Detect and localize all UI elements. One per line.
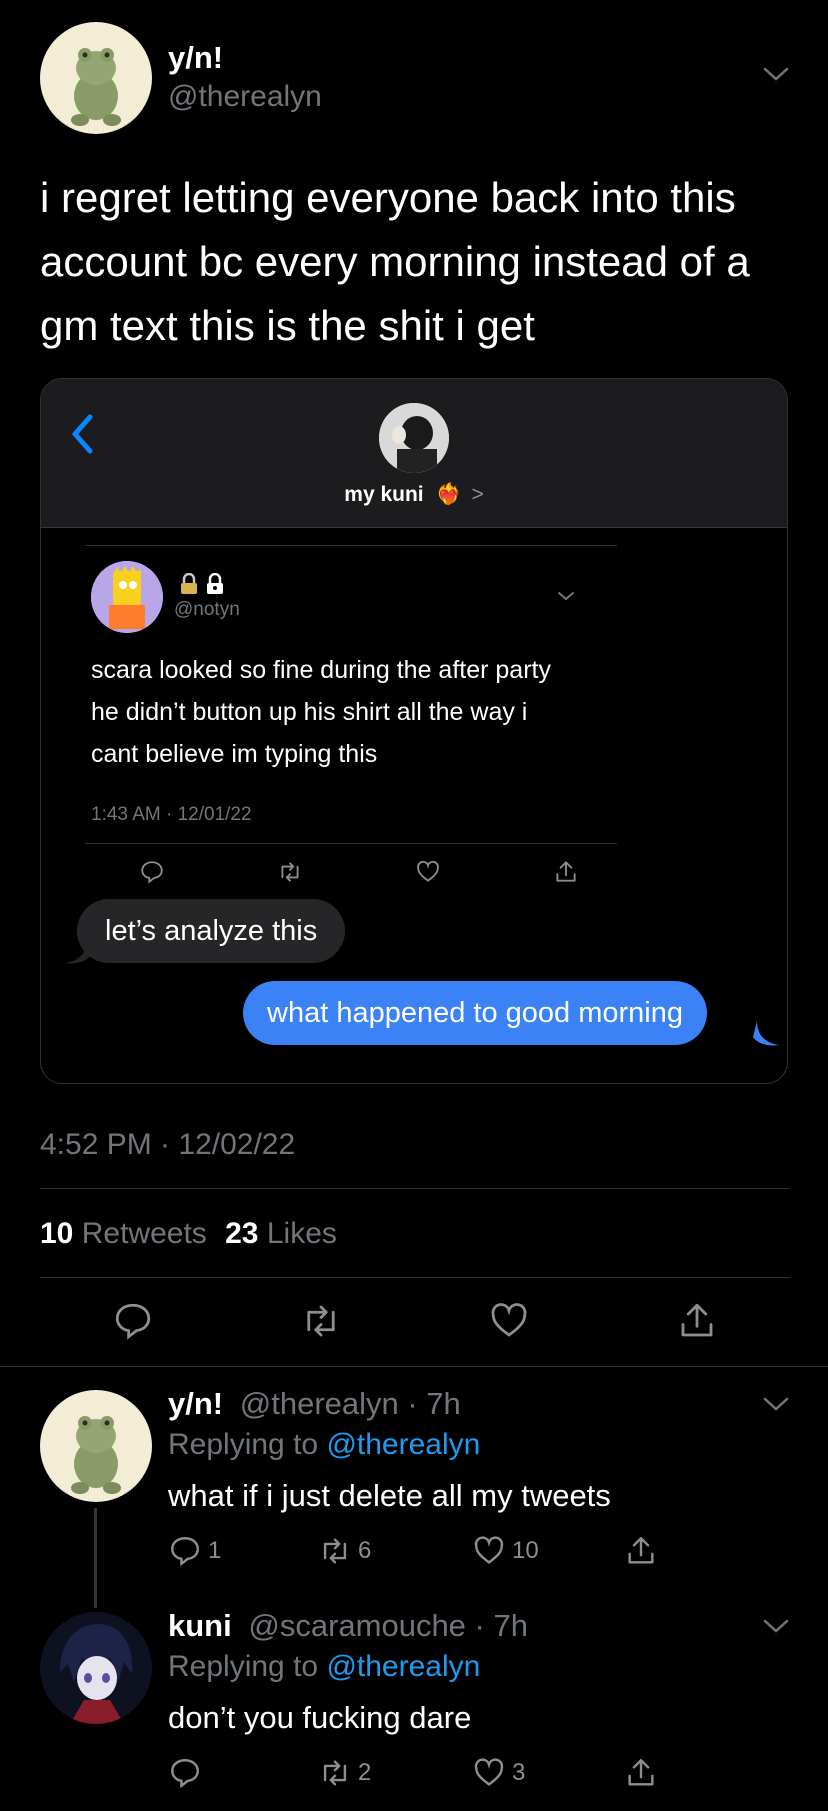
stats-top-divider (40, 1188, 790, 1189)
back-chevron-icon[interactable] (69, 413, 95, 455)
reply-action-bar: 2 3 (168, 1756, 668, 1790)
reply-display-name[interactable]: y/n! (168, 1386, 223, 1421)
share-icon (628, 1759, 654, 1786)
frog-plush-icon (71, 1416, 121, 1494)
likes-label[interactable]: Likes (267, 1217, 337, 1250)
tweet-stats: 10 Retweets 23 Likes (40, 1217, 337, 1251)
replying-to-label: Replying to (168, 1650, 319, 1683)
replies-divider (0, 1366, 828, 1367)
reply-icon[interactable] (139, 859, 165, 885)
lock-icons (179, 573, 225, 595)
quoted-tweet-bottom-divider (85, 843, 617, 844)
stats-bottom-divider (40, 1277, 790, 1278)
quoted-tweet-top-divider (85, 545, 617, 546)
reply-count: 1 (208, 1537, 222, 1564)
reply-icon (171, 1759, 199, 1789)
lock-icon (181, 573, 197, 594)
retweets-count[interactable]: 10 (40, 1217, 73, 1250)
lock-icon (207, 573, 223, 594)
attached-image[interactable]: my kuni ❤️‍🔥 > @notyn scara looked so fi… (40, 378, 788, 1084)
replying-to-label: Replying to (168, 1428, 319, 1461)
quoted-options-chevron-icon[interactable] (557, 591, 575, 601)
quoted-tweet-text: scara looked so fine during the after pa… (91, 656, 551, 768)
contact-chevron-icon: > (471, 483, 484, 506)
frog-plush-icon (71, 48, 121, 126)
received-message-bubble: let’s analyze this (77, 899, 346, 963)
main-action-bar (112, 1300, 718, 1342)
contact-name-row[interactable]: my kuni ❤️‍🔥 > (41, 483, 787, 507)
replying-to-line: Replying to @therealyn (168, 1428, 480, 1462)
reply-avatar-kuni[interactable] (40, 1612, 152, 1724)
contact-name: my kuni (344, 483, 424, 506)
reply-display-name[interactable]: kuni (168, 1608, 232, 1643)
handle[interactable]: @therealyn (168, 80, 322, 114)
reply-icon[interactable] (112, 1300, 154, 1342)
quoted-handle[interactable]: @notyn (174, 599, 240, 621)
reply-options-chevron-icon[interactable] (762, 1396, 790, 1412)
like-count: 3 (512, 1759, 526, 1786)
thread-connector-line (94, 1508, 97, 1608)
tweet-timestamp[interactable]: 4:52 PM · 12/02/22 (40, 1128, 295, 1162)
retweet-count: 2 (358, 1759, 372, 1786)
retweets-label[interactable]: Retweets (82, 1217, 207, 1250)
contact-avatar[interactable] (379, 403, 449, 473)
quoted-avatar[interactable] (91, 561, 163, 633)
like-icon[interactable] (415, 859, 441, 885)
sent-message-bubble: what happened to good morning (243, 981, 707, 1045)
retweet-icon (323, 1760, 347, 1786)
replying-to-link[interactable]: @therealyn (326, 1428, 480, 1461)
like-icon[interactable] (488, 1300, 530, 1342)
like-icon (474, 1758, 504, 1786)
reply-options-chevron-icon[interactable] (762, 1618, 790, 1634)
display-name[interactable]: y/n! (168, 40, 223, 76)
quoted-actions (139, 859, 579, 885)
reply-avatar-yn[interactable] (40, 1390, 152, 1502)
reply-header: y/n! @therealyn · 7h (168, 1386, 461, 1422)
replying-to-line: Replying to @therealyn (168, 1650, 480, 1684)
retweet-button[interactable]: 2 (318, 1756, 371, 1790)
quoted-timestamp: 1:43 AM · 12/01/22 (91, 804, 252, 825)
retweet-button[interactable]: 6 (318, 1534, 371, 1568)
imessage-header: my kuni ❤️‍🔥 > (41, 379, 787, 528)
retweet-icon[interactable] (277, 859, 303, 885)
reply-text: what if i just delete all my tweets (168, 1478, 611, 1513)
received-message-text: let’s analyze this (105, 914, 318, 947)
avatar-yn[interactable] (40, 22, 152, 134)
retweet-icon[interactable] (300, 1300, 342, 1342)
like-icon (474, 1536, 504, 1564)
reply-icon (171, 1537, 199, 1567)
share-icon (628, 1537, 654, 1564)
replying-to-link[interactable]: @therealyn (326, 1650, 480, 1683)
tweet-text: i regret letting everyone back into this… (40, 174, 750, 349)
reply-handle-time[interactable]: @scaramouche · 7h (248, 1608, 528, 1643)
like-count: 10 (512, 1537, 539, 1564)
share-button[interactable] (624, 1756, 658, 1790)
sent-message-text: what happened to good morning (267, 996, 683, 1029)
reply-handle-time[interactable]: @therealyn · 7h (240, 1386, 461, 1421)
tweet-options-chevron-icon[interactable] (762, 66, 790, 82)
retweet-icon (323, 1538, 347, 1564)
reply-action-bar: 1 6 10 (168, 1534, 668, 1568)
like-button[interactable]: 10 (472, 1534, 539, 1568)
share-icon[interactable] (553, 859, 579, 885)
heart-on-fire-icon: ❤️‍🔥 (435, 483, 462, 506)
received-bubble-tail (65, 939, 91, 965)
reply-button[interactable]: 1 (168, 1534, 221, 1568)
sent-bubble-tail (753, 1021, 779, 1047)
retweet-count: 6 (358, 1537, 372, 1564)
reply-button[interactable] (168, 1756, 208, 1790)
reply-header: kuni @scaramouche · 7h (168, 1608, 528, 1644)
share-button[interactable] (624, 1534, 658, 1568)
like-button[interactable]: 3 (472, 1756, 525, 1790)
likes-count[interactable]: 23 (225, 1217, 258, 1250)
share-icon[interactable] (676, 1300, 718, 1342)
reply-text: don’t you fucking dare (168, 1700, 472, 1735)
